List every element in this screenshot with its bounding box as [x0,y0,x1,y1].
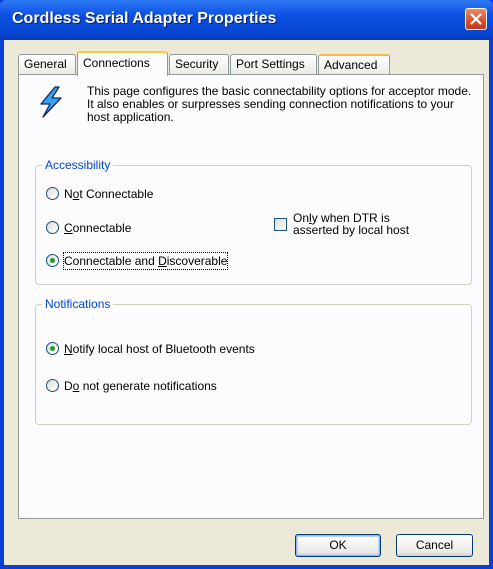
radio-circle [46,187,59,200]
radio-circle [46,379,59,392]
dialog-client-area: General Connections Security Port Settin… [4,40,489,565]
window-title: Cordless Serial Adapter Properties [12,10,277,27]
radio-label: Connectable and Discoverable [62,252,229,270]
tab-port-settings[interactable]: Port Settings [230,54,317,74]
properties-window: Cordless Serial Adapter Properties Gener… [0,0,493,569]
tab-connections[interactable]: Connections [77,51,168,76]
tab-advanced[interactable]: Advanced [318,54,390,74]
accessibility-group-title: Accessibility [42,158,114,172]
radio-label: Not Connectable [64,187,154,201]
radio-label: Do not generate notifications [64,379,217,393]
close-button[interactable] [465,8,487,30]
radio-selected-dot [50,346,55,351]
checkbox-label: Only when DTR is asserted by local host [293,211,410,237]
notifications-group: Notifications Notify local host of Bluet… [35,297,472,425]
accessibility-group: Accessibility Not Connectable Connectabl… [35,158,472,285]
tab-general[interactable]: General [18,54,76,74]
close-icon [470,13,482,25]
radio-circle [46,342,59,355]
connections-panel: This page configures the basic connectab… [18,74,484,519]
radio-label: Notify local host of Bluetooth events [64,342,255,356]
radio-selected-dot [50,258,55,263]
title-bar[interactable]: Cordless Serial Adapter Properties [0,0,493,40]
lightning-bolt-icon [40,86,62,118]
ok-button[interactable]: OK [295,534,381,557]
notifications-group-title: Notifications [42,297,114,311]
radio-label: Connectable [64,221,132,235]
radio-circle [46,221,59,234]
cancel-button[interactable]: Cancel [396,534,473,557]
checkbox-box [274,218,287,231]
tab-security[interactable]: Security [169,54,229,74]
radio-circle [46,254,59,267]
description-text: This page configures the basic connectab… [87,84,472,124]
